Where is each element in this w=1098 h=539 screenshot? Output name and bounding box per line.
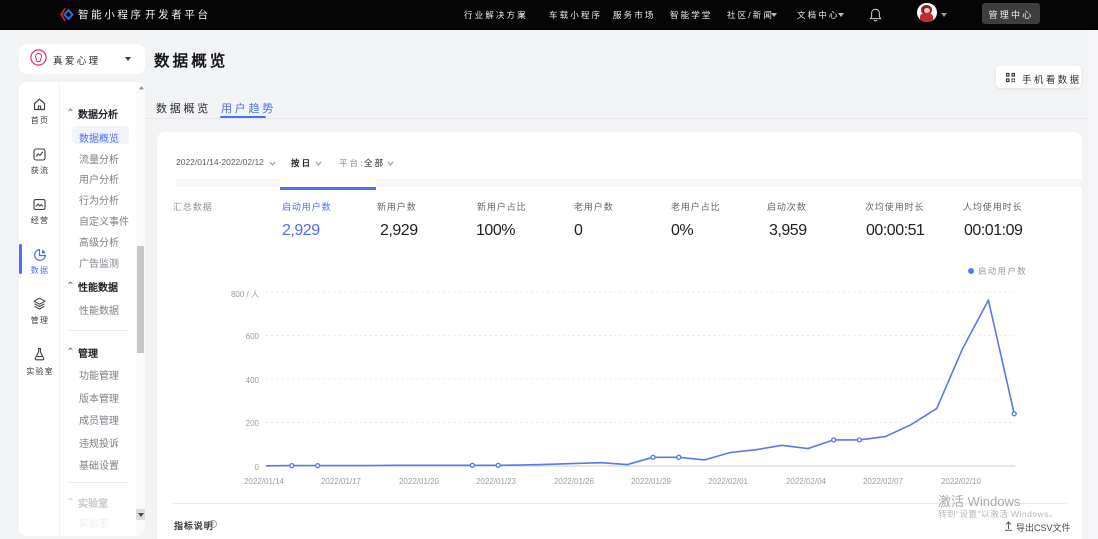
- svg-text:?: ?: [211, 522, 214, 528]
